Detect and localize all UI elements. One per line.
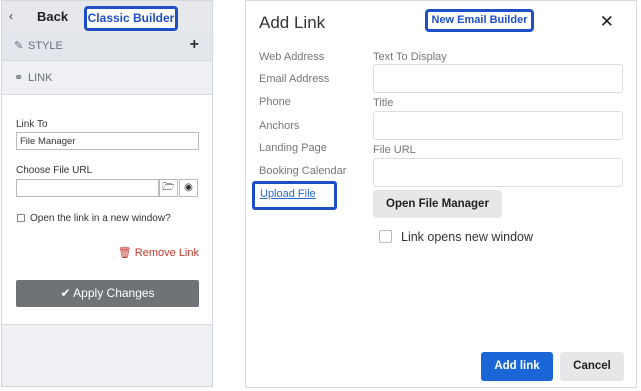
nav-web-address[interactable]: Web Address bbox=[259, 51, 324, 63]
apply-changes-label: Apply Changes bbox=[73, 286, 155, 300]
trash-icon: 🗑 bbox=[117, 247, 132, 259]
classic-header: ‹ Back Classic Builder bbox=[2, 1, 212, 33]
file-url-field[interactable] bbox=[373, 158, 623, 187]
link-label: LINK bbox=[28, 72, 53, 84]
nav-booking-calendar[interactable]: Booking Calendar bbox=[259, 165, 346, 177]
style-label: STYLE bbox=[28, 40, 63, 52]
check-icon: ✔ bbox=[60, 286, 71, 300]
cancel-button[interactable]: Cancel bbox=[560, 352, 624, 381]
nav-phone[interactable]: Phone bbox=[259, 96, 291, 108]
link-to-select[interactable] bbox=[16, 132, 199, 150]
text-to-display-label: Text To Display bbox=[373, 51, 447, 63]
add-link-dialog: Add Link New Email Builder ✕ Web Address… bbox=[245, 0, 637, 388]
title-label: Title bbox=[373, 97, 394, 109]
add-link-button[interactable]: Add link bbox=[481, 352, 553, 381]
dialog-title: Add Link bbox=[259, 13, 326, 32]
brush-icon: ✎ bbox=[14, 40, 24, 52]
new-window-label: Open the link in a new window? bbox=[30, 213, 171, 224]
close-icon[interactable]: ✕ bbox=[600, 12, 614, 32]
link-section-header[interactable]: ⚭ LINK bbox=[2, 61, 212, 95]
new-window-checkbox[interactable] bbox=[17, 214, 25, 222]
classic-builder-label: Classic Builder bbox=[84, 6, 178, 31]
nav-email-address[interactable]: Email Address bbox=[259, 73, 329, 85]
link-form: Link To Choose File URL 🗁 ◉ Open the lin… bbox=[2, 95, 212, 325]
link-new-window-label: Link opens new window bbox=[401, 230, 534, 244]
plus-icon[interactable]: + bbox=[190, 36, 199, 54]
apply-changes-button[interactable]: ✔ Apply Changes bbox=[16, 280, 199, 307]
link-new-window-checkbox[interactable] bbox=[379, 230, 392, 243]
file-url-label: File URL bbox=[373, 144, 416, 156]
back-button[interactable]: Back bbox=[37, 9, 68, 24]
nav-upload-file-label: Upload File bbox=[260, 188, 316, 200]
new-email-builder-label: New Email Builder bbox=[425, 9, 534, 32]
nav-upload-file[interactable]: Upload File bbox=[252, 181, 337, 210]
nav-anchors[interactable]: Anchors bbox=[259, 120, 299, 132]
link-to-label: Link To bbox=[16, 119, 48, 130]
nav-landing-page[interactable]: Landing Page bbox=[259, 142, 327, 154]
remove-link-button[interactable]: 🗑 Remove Link bbox=[118, 246, 199, 259]
file-url-input[interactable] bbox=[16, 179, 159, 197]
remove-link-label: Remove Link bbox=[134, 247, 199, 259]
link-icon: ⚭ bbox=[14, 72, 24, 84]
style-section-header[interactable]: ✎ STYLE + bbox=[2, 32, 212, 61]
title-input[interactable] bbox=[373, 111, 623, 140]
text-to-display-input[interactable] bbox=[373, 64, 623, 93]
folder-open-icon[interactable]: 🗁 bbox=[159, 179, 178, 197]
classic-builder-panel: ‹ Back Classic Builder ✎ STYLE + ⚭ LINK … bbox=[1, 0, 213, 387]
eye-icon[interactable]: ◉ bbox=[179, 179, 198, 197]
open-file-manager-button[interactable]: Open File Manager bbox=[373, 190, 502, 218]
chevron-left-icon[interactable]: ‹ bbox=[9, 9, 13, 23]
choose-file-label: Choose File URL bbox=[16, 165, 93, 176]
